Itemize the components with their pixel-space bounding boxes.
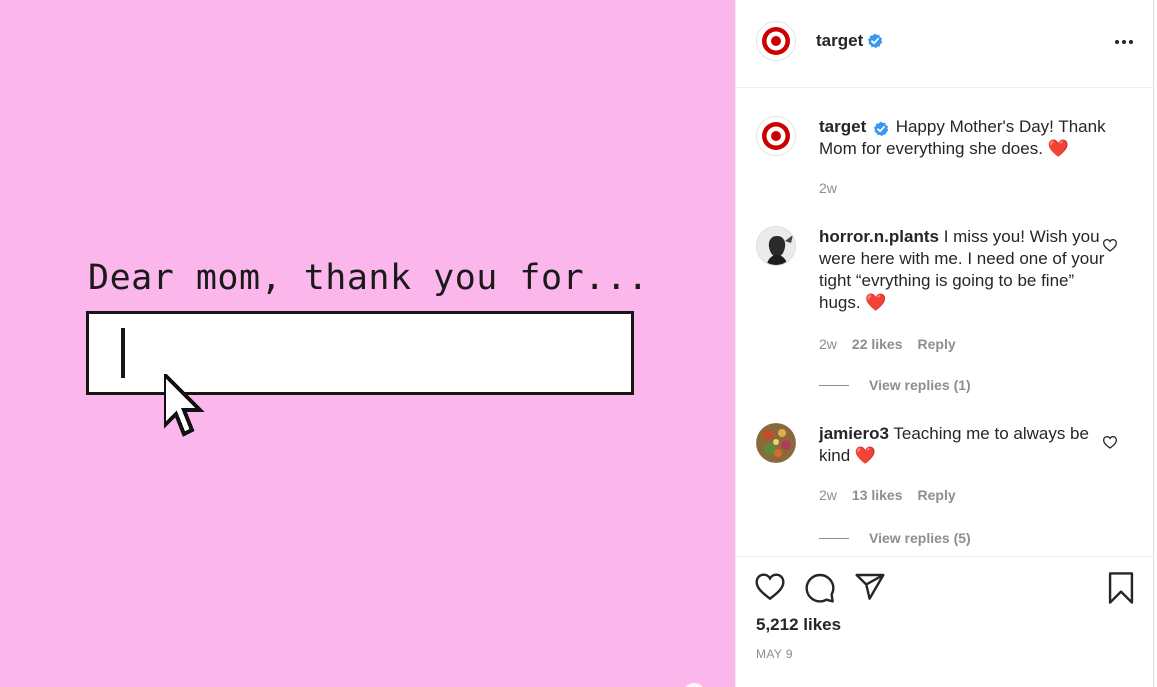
comment-username[interactable]: jamiero3 — [819, 424, 889, 443]
caption-body: target Happy Mother's Day! Thank Mom for… — [819, 116, 1109, 160]
avatar[interactable] — [756, 116, 796, 156]
heart-emoji: ❤️ — [1047, 139, 1069, 158]
target-logo-icon — [762, 27, 790, 55]
verified-badge-icon — [873, 121, 889, 136]
post-panel: target target Happy Mother's Day! Thank … — [735, 0, 1155, 687]
comment-meta: 2w 13 likes Reply — [819, 487, 956, 503]
heart-emoji: ❤️ — [865, 293, 887, 312]
comment-body: jamiero3 Teaching me to always be kind ❤… — [819, 423, 1109, 467]
action-bar — [754, 571, 886, 603]
comment-time: 2w — [819, 487, 837, 503]
comment-meta: 2w 22 likes Reply — [819, 336, 956, 352]
comments-section[interactable]: target Happy Mother's Day! Thank Mom for… — [736, 88, 1155, 556]
commenter-avatar-icon — [757, 227, 795, 265]
target-logo-icon — [762, 122, 790, 150]
author-username[interactable]: target — [816, 31, 863, 51]
carousel-indicator[interactable] — [682, 683, 706, 687]
divider — [819, 384, 849, 386]
view-replies-label: View replies (1) — [869, 377, 971, 393]
likes-count[interactable]: 5,212 likes — [756, 615, 841, 635]
like-comment-heart-icon[interactable] — [1102, 238, 1118, 252]
heart-icon[interactable] — [754, 571, 786, 601]
view-replies-button[interactable]: View replies (5) — [819, 530, 971, 546]
share-icon[interactable] — [854, 571, 886, 603]
like-comment-heart-icon[interactable] — [1102, 435, 1118, 449]
text-caret — [121, 328, 125, 378]
divider — [819, 537, 849, 539]
post-image-text: Dear mom, thank you for... — [88, 258, 649, 298]
commenter-avatar-icon — [756, 423, 796, 463]
caption-username[interactable]: target — [819, 117, 866, 136]
reply-button[interactable]: Reply — [918, 336, 956, 352]
comment-username[interactable]: horror.n.plants — [819, 227, 939, 246]
post-image: Dear mom, thank you for... — [0, 0, 735, 687]
avatar[interactable] — [756, 21, 796, 61]
view-replies-button[interactable]: View replies (1) — [819, 377, 971, 393]
bookmark-icon[interactable] — [1106, 571, 1136, 605]
comment-likes[interactable]: 22 likes — [852, 336, 903, 352]
heart-emoji: ❤️ — [854, 446, 877, 465]
avatar[interactable] — [756, 423, 796, 463]
comment-body: horror.n.plants I miss you! Wish you wer… — [819, 226, 1109, 314]
caption-time: 2w — [819, 180, 837, 196]
comment-icon[interactable] — [804, 571, 836, 603]
comment-likes[interactable]: 13 likes — [852, 487, 903, 503]
comment-time: 2w — [819, 336, 837, 352]
reply-button[interactable]: Reply — [918, 487, 956, 503]
post-date[interactable]: MAY 9 — [756, 647, 793, 661]
verified-badge-icon — [868, 33, 883, 49]
more-horizontal-icon — [1115, 40, 1119, 44]
caption-meta: 2w — [819, 180, 837, 196]
post-header: target — [736, 0, 1155, 88]
post-actions-section: 5,212 likes MAY 9 — [736, 556, 1155, 687]
more-options-button[interactable] — [1110, 32, 1138, 52]
pixel-cursor-icon — [164, 374, 205, 437]
post-author[interactable]: target — [816, 31, 883, 51]
view-replies-label: View replies (5) — [869, 530, 971, 546]
avatar[interactable] — [756, 226, 796, 266]
